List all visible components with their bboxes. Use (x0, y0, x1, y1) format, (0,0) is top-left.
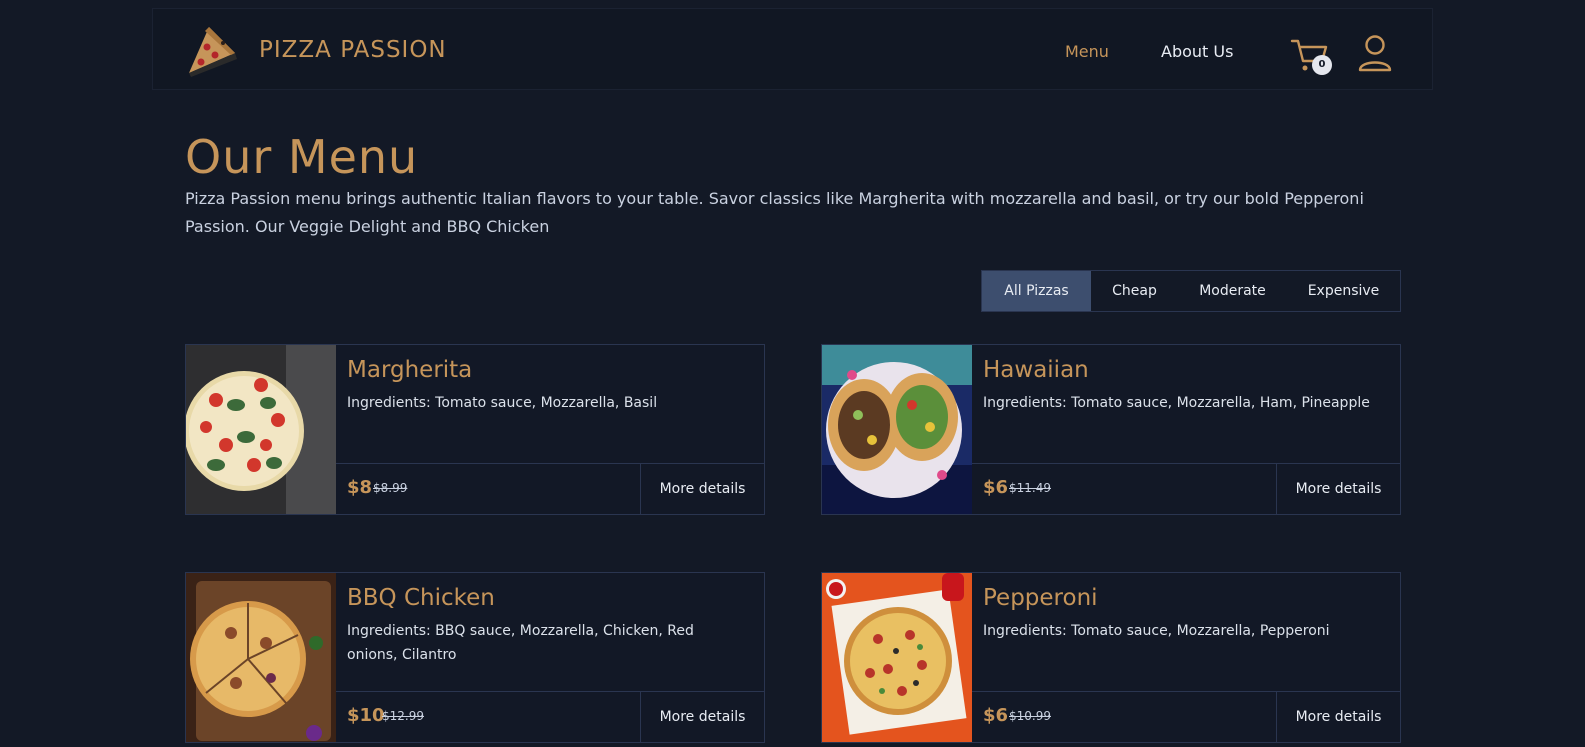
product-name: Pepperoni (983, 585, 1098, 611)
pepperoni-image (822, 573, 972, 742)
product-name: Margherita (347, 357, 473, 383)
product-footer: $6 $11.49 More details (972, 463, 1400, 514)
product-card-bbq-chicken: BBQ Chicken Ingredients: BBQ sauce, Mozz… (185, 572, 765, 743)
filter-all-pizzas[interactable]: All Pizzas (982, 271, 1091, 311)
menu-description: Pizza Passion menu brings authentic Ital… (185, 189, 1364, 236)
brand-name[interactable]: PIZZA PASSION (259, 37, 447, 63)
cart-count-badge: 0 (1312, 55, 1332, 75)
product-old-price: $8.99 (373, 481, 408, 495)
product-ingredients: Ingredients: Tomato sauce, Mozzarella, H… (983, 395, 1370, 411)
filter-expensive[interactable]: Expensive (1287, 271, 1400, 311)
more-details-button[interactable]: More details (640, 464, 764, 514)
product-footer: $6 $10.99 More details (972, 691, 1400, 742)
user-icon[interactable] (1357, 33, 1393, 73)
more-details-button[interactable]: More details (1276, 692, 1400, 742)
product-price: $6 (983, 477, 1009, 498)
more-details-button[interactable]: More details (640, 692, 764, 742)
product-name: Hawaiian (983, 357, 1089, 383)
product-footer: $8 $8.99 More details (336, 463, 764, 514)
bbq-chicken-image (186, 573, 336, 742)
product-ingredients: Ingredients: Tomato sauce, Mozzarella, P… (983, 623, 1330, 639)
product-old-price: $12.99 (382, 709, 424, 723)
page-title: Our Menu (185, 130, 419, 184)
price-filter-group: All Pizzas Cheap Moderate Expensive (981, 270, 1401, 312)
product-card-margherita: Margherita Ingredients: Tomato sauce, Mo… (185, 344, 765, 515)
filter-moderate[interactable]: Moderate (1178, 271, 1287, 311)
product-card-hawaiian: Hawaiian Ingredients: Tomato sauce, Mozz… (821, 344, 1401, 515)
product-price: $10 (347, 705, 385, 726)
product-ingredients: Ingredients: BBQ sauce, Mozzarella, Chic… (347, 623, 694, 663)
hawaiian-image (822, 345, 972, 514)
header: PIZZA PASSION Menu About Us 0 (152, 8, 1433, 90)
margherita-image (186, 345, 336, 514)
filter-cheap[interactable]: Cheap (1091, 271, 1178, 311)
more-details-button[interactable]: More details (1276, 464, 1400, 514)
pizza-logo-icon[interactable] (183, 25, 239, 77)
product-price: $8 (347, 477, 373, 498)
product-price: $6 (983, 705, 1009, 726)
product-footer: $10 $12.99 More details (336, 691, 764, 742)
product-card-pepperoni: Pepperoni Ingredients: Tomato sauce, Moz… (821, 572, 1401, 743)
product-old-price: $11.49 (1009, 481, 1051, 495)
product-ingredients: Ingredients: Tomato sauce, Mozzarella, B… (347, 395, 658, 411)
product-name: BBQ Chicken (347, 585, 495, 611)
nav-about-link[interactable]: About Us (1161, 42, 1233, 61)
product-old-price: $10.99 (1009, 709, 1051, 723)
nav-menu-link[interactable]: Menu (1065, 42, 1109, 61)
